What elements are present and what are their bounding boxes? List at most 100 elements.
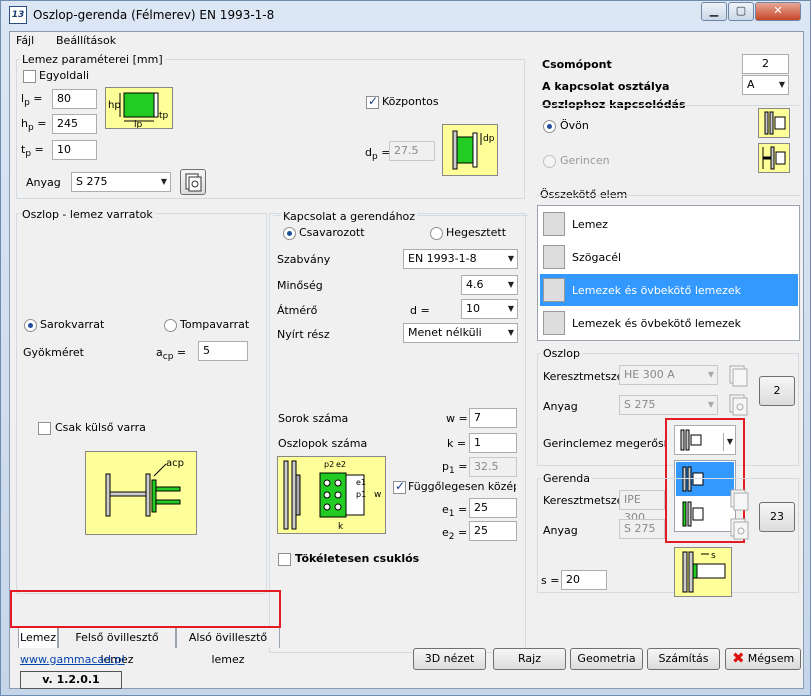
beam-section-select[interactable]: IPE 300 bbox=[619, 490, 665, 524]
shear-label: Nyírt rész bbox=[277, 328, 330, 341]
title-bar: 13 Oszlop-gerenda (Félmerev) EN 1993-1-8… bbox=[1, 1, 810, 31]
column-section-library-icon[interactable] bbox=[725, 364, 751, 388]
shear-select[interactable]: Menet nélküli ▼ bbox=[403, 323, 518, 343]
connector-item-plates-flange-2[interactable]: Lemezek és övbekötő lemezek bbox=[540, 307, 798, 339]
e2-input[interactable]: 25 bbox=[469, 521, 517, 541]
web-radio[interactable] bbox=[543, 155, 556, 168]
beam-material-library-icon[interactable] bbox=[726, 517, 752, 541]
calculation-button[interactable]: Számítás bbox=[647, 648, 720, 670]
sketch-e1-text: e1 bbox=[356, 478, 366, 487]
p1-label: p1 = bbox=[442, 460, 468, 477]
flange-radio[interactable] bbox=[543, 120, 556, 133]
hp-input[interactable]: 245 bbox=[52, 114, 97, 134]
angle-conn-icon bbox=[543, 245, 565, 269]
geometry-button[interactable]: Geometria bbox=[570, 648, 643, 670]
outer-only-checkbox[interactable] bbox=[38, 422, 51, 435]
connector-item-plate[interactable]: Lemez bbox=[540, 208, 798, 240]
sketch-e2-text: e2 bbox=[336, 460, 346, 469]
dp-input[interactable]: 27.5 bbox=[389, 141, 435, 161]
plate-material-select[interactable]: S 275 ▼ bbox=[71, 172, 171, 192]
acp-input[interactable]: 5 bbox=[198, 341, 248, 361]
column-material-label: Anyag bbox=[543, 400, 578, 413]
node-label: Csomópont bbox=[542, 58, 612, 71]
tab-lower-flange-plate[interactable]: Alsó övillesztő lemez bbox=[176, 626, 280, 666]
column-section-select[interactable]: HE 300 A ▼ bbox=[619, 365, 718, 385]
column-material-library-icon[interactable] bbox=[725, 393, 751, 417]
website-link[interactable]: www.gammacad.pl bbox=[20, 653, 125, 666]
acp-label: acp = bbox=[156, 346, 187, 363]
version-label: v. 1.2.0.1 bbox=[20, 671, 122, 689]
grade-select[interactable]: 4.6 ▼ bbox=[461, 275, 518, 295]
e1-input[interactable]: 25 bbox=[469, 498, 517, 518]
close-button[interactable]: ✕ bbox=[755, 2, 801, 21]
maximize-button[interactable]: ▢ bbox=[728, 2, 754, 21]
cols-input[interactable]: 1 bbox=[469, 433, 517, 453]
beam-node-button[interactable]: 23 bbox=[759, 502, 795, 532]
p1-input[interactable]: 32.5 bbox=[469, 457, 517, 477]
central-checkbox[interactable] bbox=[366, 94, 379, 109]
pinned-label: Tökéletesen csuklós bbox=[295, 552, 420, 565]
connector-item-plates-flange[interactable]: Lemezek és övbekötő lemezek bbox=[540, 274, 798, 306]
e1-label: e1 = bbox=[442, 503, 468, 520]
lp-input[interactable]: 80 bbox=[52, 89, 97, 109]
beam-material-select[interactable]: S 275 bbox=[619, 519, 665, 539]
tp-label: tp = bbox=[21, 143, 44, 160]
conn-class-select[interactable]: A ▼ bbox=[742, 75, 789, 95]
weld-sketch: acp bbox=[85, 451, 197, 535]
diameter-select[interactable]: 10 ▼ bbox=[461, 299, 518, 319]
tp-input[interactable]: 10 bbox=[52, 140, 97, 160]
minimize-button[interactable]: ▁ bbox=[701, 2, 727, 21]
menu-settings[interactable]: Beállítások bbox=[56, 34, 116, 47]
column-material-select[interactable]: S 275 ▼ bbox=[619, 395, 718, 415]
root-label: Gyökméret bbox=[23, 346, 84, 359]
standard-label: Szabvány bbox=[277, 253, 331, 266]
vcenter-checkbox[interactable] bbox=[393, 479, 406, 494]
window-title: Oszlop-gerenda (Félmerev) EN 1993-1-8 bbox=[33, 8, 275, 22]
one-sided-label: Egyoldali bbox=[39, 69, 90, 82]
bolted-radio[interactable] bbox=[283, 227, 296, 240]
s-input[interactable]: 20 bbox=[561, 570, 607, 590]
sketch-tp-text: tp bbox=[159, 111, 169, 121]
drawing-button[interactable]: Rajz bbox=[493, 648, 566, 670]
connector-item-angle[interactable]: Szögacél bbox=[540, 241, 798, 273]
diameter-label: Átmérő bbox=[277, 304, 318, 317]
rows-input[interactable]: 7 bbox=[469, 408, 517, 428]
bolt-layout-sketch: p2 e2 e1 p1 w k bbox=[277, 456, 386, 534]
beam-section-label: Keresztmetszet bbox=[543, 494, 628, 507]
corner-weld-radio[interactable] bbox=[24, 319, 37, 332]
flange-conn-icon bbox=[758, 108, 790, 138]
connector-divider bbox=[537, 195, 800, 196]
cancel-button[interactable]: ✖ Mégsem bbox=[725, 648, 801, 670]
vcenter-label: Függőlegesen középre bbox=[408, 480, 516, 493]
material-library-button[interactable] bbox=[180, 169, 206, 195]
plate-conn-icon bbox=[543, 212, 565, 236]
s-label: s = bbox=[541, 574, 560, 587]
node-value[interactable]: 2 bbox=[742, 54, 789, 74]
cancel-x-icon: ✖ bbox=[732, 649, 745, 667]
pinned-checkbox[interactable] bbox=[278, 553, 291, 566]
view-3d-button[interactable]: 3D nézet bbox=[413, 648, 486, 670]
menu-file[interactable]: Fájl bbox=[16, 34, 34, 47]
w-label: w = bbox=[446, 412, 468, 425]
corner-weld-label: Sarokvarrat bbox=[40, 318, 105, 331]
sketch-acp-text: acp bbox=[166, 458, 184, 469]
one-sided-checkbox[interactable] bbox=[23, 70, 36, 83]
tab-upper-flange-plate[interactable]: Felső övillesztő lemez bbox=[58, 626, 176, 666]
welded-radio[interactable] bbox=[430, 227, 443, 240]
beam-section-library-icon[interactable] bbox=[726, 488, 752, 512]
plate-material-label: Anyag bbox=[26, 176, 61, 189]
stiffener-label: Gerinclemez megerősítése bbox=[543, 437, 667, 450]
conn-class-label: A kapcsolat osztálya bbox=[542, 80, 670, 93]
sketch-s-text: s bbox=[711, 551, 716, 561]
client-area: Fájl Beállítások Lemez paraméterei [mm] … bbox=[9, 31, 804, 689]
main-window: 13 Oszlop-gerenda (Félmerev) EN 1993-1-8… bbox=[0, 0, 811, 696]
butt-weld-radio[interactable] bbox=[164, 319, 177, 332]
central-label: Központos bbox=[382, 95, 439, 108]
column-node-button[interactable]: 2 bbox=[759, 376, 795, 406]
sketch-w-text: w bbox=[374, 490, 381, 500]
beam-conn-label: Kapcsolat a gerendához bbox=[281, 210, 418, 223]
connector-list: Lemez Szögacél Lemezek és övbekötő lemez… bbox=[537, 205, 800, 341]
standard-select[interactable]: EN 1993-1-8 ▼ bbox=[403, 249, 518, 269]
sketch-lp-text: lp bbox=[134, 120, 143, 128]
tab-plate[interactable]: Lemez bbox=[18, 626, 58, 648]
